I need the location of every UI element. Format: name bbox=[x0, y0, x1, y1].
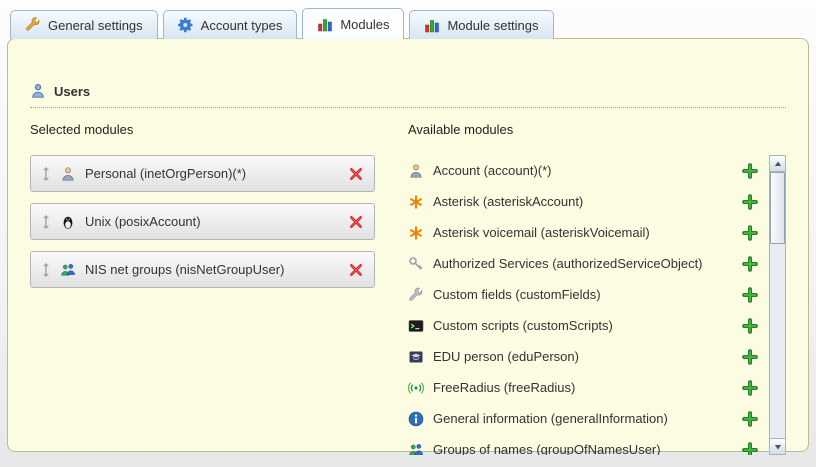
users-icon bbox=[30, 83, 46, 99]
modules-icon bbox=[317, 16, 333, 32]
radius-icon bbox=[408, 380, 424, 396]
drag-handle-icon[interactable] bbox=[41, 167, 51, 181]
module-label: Unix (posixAccount) bbox=[85, 214, 339, 229]
selected-modules-heading: Selected modules bbox=[30, 122, 388, 137]
available-modules-list-wrap: Account (account)(*) Asterisk (asteriskAc… bbox=[408, 155, 786, 455]
available-module-row: Account (account)(*) bbox=[408, 155, 758, 186]
add-module-button[interactable] bbox=[742, 349, 758, 365]
module-columns: Selected modules Personal (inetOrgPerson… bbox=[30, 122, 786, 455]
available-module-row: FreeRadius (freeRadius) bbox=[408, 372, 758, 403]
add-module-button[interactable] bbox=[742, 318, 758, 334]
available-modules-column: Available modules Account (account)(*) As… bbox=[408, 122, 786, 455]
lam-configuration-window: General settings Account types Modules Modu… bbox=[0, 0, 816, 467]
remove-module-button[interactable] bbox=[348, 262, 364, 278]
group-icon bbox=[408, 442, 424, 456]
add-module-button[interactable] bbox=[742, 225, 758, 241]
group-icon bbox=[60, 262, 76, 278]
add-module-button[interactable] bbox=[742, 163, 758, 179]
asterisk-icon bbox=[408, 225, 424, 241]
selected-module-row: Unix (posixAccount) bbox=[30, 203, 375, 240]
tab-label: Modules bbox=[340, 17, 389, 32]
module-label: Asterisk voicemail (asteriskVoicemail) bbox=[433, 225, 733, 240]
available-module-row: Custom scripts (customScripts) bbox=[408, 310, 758, 341]
available-modules-heading: Available modules bbox=[408, 122, 786, 137]
terminal-icon bbox=[408, 318, 424, 334]
available-module-row: Custom fields (customFields) bbox=[408, 279, 758, 310]
tab-account-types[interactable]: Account types bbox=[163, 10, 298, 39]
tab-label: Module settings bbox=[447, 18, 538, 33]
module-label: NIS net groups (nisNetGroupUser) bbox=[85, 262, 339, 277]
tab-modules[interactable]: Modules bbox=[302, 8, 404, 39]
add-module-button[interactable] bbox=[742, 256, 758, 272]
person-icon bbox=[408, 163, 424, 179]
module-label: EDU person (eduPerson) bbox=[433, 349, 733, 364]
available-module-row: Authorized Services (authorizedServiceOb… bbox=[408, 248, 758, 279]
available-module-row: Groups of names (groupOfNamesUser) bbox=[408, 434, 758, 455]
remove-module-button[interactable] bbox=[348, 214, 364, 230]
penguin-icon bbox=[60, 214, 76, 230]
available-module-row: General information (generalInformation) bbox=[408, 403, 758, 434]
module-label: General information (generalInformation) bbox=[433, 411, 733, 426]
tab-label: Account types bbox=[201, 18, 283, 33]
info-icon bbox=[408, 411, 424, 427]
scroll-down-button[interactable] bbox=[770, 438, 785, 454]
section-header: Users bbox=[30, 83, 786, 108]
wrench-gray-icon bbox=[408, 287, 424, 303]
module-label: Groups of names (groupOfNamesUser) bbox=[433, 442, 733, 455]
available-module-row: Asterisk (asteriskAccount) bbox=[408, 186, 758, 217]
add-module-button[interactable] bbox=[742, 287, 758, 303]
scrollbar-track[interactable] bbox=[770, 172, 785, 438]
tools-icon bbox=[25, 17, 41, 33]
available-modules-scrollbar[interactable] bbox=[769, 155, 786, 455]
add-module-button[interactable] bbox=[742, 411, 758, 427]
scroll-up-button[interactable] bbox=[770, 156, 785, 172]
module-label: Custom scripts (customScripts) bbox=[433, 318, 733, 333]
scrollbar-thumb[interactable] bbox=[770, 172, 785, 244]
gear-icon bbox=[178, 17, 194, 33]
module-label: Custom fields (customFields) bbox=[433, 287, 733, 302]
module-label: Account (account)(*) bbox=[433, 163, 733, 178]
module-label: FreeRadius (freeRadius) bbox=[433, 380, 733, 395]
module-label: Asterisk (asteriskAccount) bbox=[433, 194, 733, 209]
selected-modules-column: Selected modules Personal (inetOrgPerson… bbox=[30, 122, 388, 455]
remove-module-button[interactable] bbox=[348, 166, 364, 182]
available-module-row: EDU person (eduPerson) bbox=[408, 341, 758, 372]
tab-module-settings[interactable]: Module settings bbox=[409, 10, 553, 39]
selected-module-row: Personal (inetOrgPerson)(*) bbox=[30, 155, 375, 192]
asterisk-icon bbox=[408, 194, 424, 210]
tab-bar: General settings Account types Modules Modu… bbox=[10, 8, 806, 39]
add-module-button[interactable] bbox=[742, 442, 758, 456]
tab-label: General settings bbox=[48, 18, 143, 33]
selected-module-row: NIS net groups (nisNetGroupUser) bbox=[30, 251, 375, 288]
module-settings-icon bbox=[424, 17, 440, 33]
available-module-row: Asterisk voicemail (asteriskVoicemail) bbox=[408, 217, 758, 248]
modules-panel: Users Selected modules Personal (inetOrg… bbox=[7, 38, 809, 452]
drag-handle-icon[interactable] bbox=[41, 263, 51, 277]
available-modules-list: Account (account)(*) Asterisk (asteriskAc… bbox=[408, 155, 786, 455]
edu-icon bbox=[408, 349, 424, 365]
person-icon bbox=[60, 166, 76, 182]
module-label: Authorized Services (authorizedServiceOb… bbox=[433, 256, 733, 271]
add-module-button[interactable] bbox=[742, 380, 758, 396]
add-module-button[interactable] bbox=[742, 194, 758, 210]
module-label: Personal (inetOrgPerson)(*) bbox=[85, 166, 339, 181]
section-title: Users bbox=[54, 84, 90, 99]
drag-handle-icon[interactable] bbox=[41, 215, 51, 229]
selected-modules-list: Personal (inetOrgPerson)(*) Unix (posixAc… bbox=[30, 155, 388, 288]
tab-general-settings[interactable]: General settings bbox=[10, 10, 158, 39]
keys-icon bbox=[408, 256, 424, 272]
